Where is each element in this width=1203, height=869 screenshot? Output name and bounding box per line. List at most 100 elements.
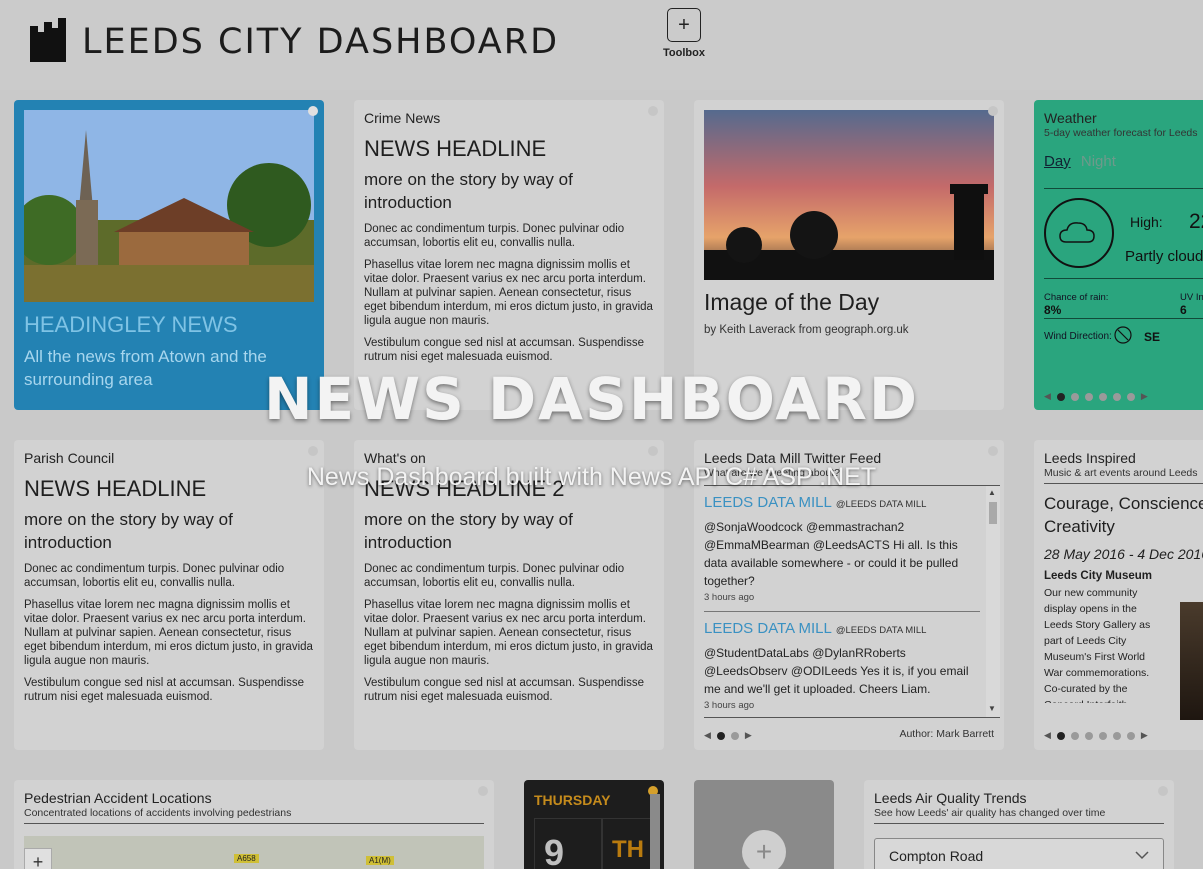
scrollbar-thumb[interactable] — [989, 502, 997, 524]
rain-label: Chance of rain: — [1044, 292, 1109, 303]
divider — [24, 823, 484, 824]
event-title[interactable]: Courage, Conscience and Creativity — [1044, 492, 1203, 538]
image-credit: by Keith Laverack from geograph.org.uk — [704, 324, 909, 336]
news-paragraph: Vestibulum congue sed nisl at accumsan. … — [24, 677, 304, 703]
pager-dot[interactable] — [1084, 731, 1093, 740]
high-value: 22° — [1189, 210, 1203, 233]
event-description: Our new community display opens in the L… — [1044, 587, 1151, 703]
tweet-author[interactable]: LEEDS DATA MILL — [704, 494, 832, 511]
pager-dot[interactable] — [1112, 731, 1121, 740]
pager-dot[interactable] — [1098, 731, 1107, 740]
news-headline: NEWS HEADLINE — [364, 136, 547, 161]
weather-title: Weather — [1044, 110, 1097, 126]
tweet-handle: @LEEDS DATA MILL — [835, 625, 927, 636]
news-paragraph: Vestibulum congue sed nisl at accumsan. … — [364, 677, 644, 703]
toolbox-label: Toolbox — [663, 47, 705, 59]
chevron-left-icon[interactable]: ◀ — [1044, 730, 1051, 741]
pager-dot[interactable] — [1070, 731, 1079, 740]
twitter-pager[interactable]: ◀ ▶ — [704, 730, 752, 741]
scrollbar[interactable]: ▲ ▼ — [986, 486, 1000, 717]
event-image — [1180, 602, 1203, 720]
sunset-photo — [704, 110, 994, 280]
feed-author: Author: Mark Barrett — [899, 728, 994, 740]
scroll-down-icon[interactable]: ▼ — [988, 704, 996, 713]
divider — [1044, 278, 1203, 279]
toolbox-button[interactable]: + Toolbox — [660, 8, 708, 59]
news-paragraph: Donec ac condimentum turpis. Donec pulvi… — [24, 563, 285, 589]
news-paragraph: Phasellus vitae lorem nec magna dignissi… — [24, 599, 313, 667]
headingley-news-card[interactable]: HEADINGLEY NEWS All the news from Atown … — [14, 100, 324, 410]
location-select-value: Compton Road — [889, 848, 984, 864]
plus-icon: + — [667, 8, 701, 42]
weather-card[interactable]: Weather 5-day weather forecast for Leeds… — [1034, 100, 1203, 410]
weekday: THURSDAY — [534, 792, 611, 808]
pedestrian-accidents-card[interactable]: Pedestrian Accident Locations Concentrat… — [14, 780, 494, 869]
chevron-down-icon — [1135, 847, 1149, 863]
wind-label: Wind Direction: — [1044, 331, 1112, 342]
road-label: A658 — [234, 854, 259, 863]
pager-dot[interactable] — [730, 731, 739, 740]
news-paragraph: Donec ac condimentum turpis. Donec pulvi… — [364, 563, 625, 589]
weather-icon-frame — [1044, 198, 1114, 268]
news-intro: more on the story by way of introduction — [364, 170, 573, 212]
overlay-subtitle: News Dashboard built with News API C# AS… — [306, 463, 877, 491]
tweet-text: @StudentDataLabs @DylanRRoberts @LeedsOb… — [704, 646, 969, 696]
tweet-time: 3 hours ago — [704, 592, 980, 612]
news-intro: more on the story by way of introduction — [364, 510, 573, 552]
headingley-title: HEADINGLEY NEWS — [24, 312, 238, 337]
pager-dot[interactable] — [716, 731, 725, 740]
road-label: A1(M) — [366, 856, 394, 865]
tweet-list[interactable]: LEEDS DATA MILL @LEEDS DATA MILL @SonjaWo… — [704, 485, 1000, 718]
rain-value: 8% — [1044, 303, 1062, 317]
pager-dot[interactable] — [1056, 731, 1065, 740]
event-venue: Leeds City Museum — [1044, 570, 1152, 582]
zoom-in-button[interactable]: + — [24, 848, 52, 869]
wind-value: SE — [1144, 330, 1161, 344]
chevron-right-icon[interactable]: ▶ — [745, 730, 752, 741]
card-menu-dot[interactable] — [308, 106, 318, 116]
add-card[interactable]: + — [694, 780, 834, 869]
weather-description: Partly cloudy — [1125, 248, 1203, 265]
tweet-handle: @LEEDS DATA MILL — [835, 499, 927, 510]
uv-label: UV In — [1180, 292, 1203, 303]
news-paragraph: Vestibulum congue sed nisl at accumsan. … — [364, 337, 644, 363]
air-quality-title: Leeds Air Quality Trends — [874, 790, 1027, 806]
tweet: LEEDS DATA MILL @LEEDS DATA MILL @SonjaWo… — [704, 486, 1000, 612]
factory-logo-icon — [30, 18, 66, 62]
pedestrian-subtitle: Concentrated locations of accidents invo… — [24, 807, 292, 819]
add-widget-button[interactable]: + — [742, 830, 786, 869]
day-suffix: TH — [612, 836, 644, 863]
header: LEEDS CITY DASHBOARD + Toolbox — [0, 0, 1203, 90]
accident-map[interactable]: A658 A1(M) — [24, 836, 484, 869]
overlay-title: NEWS DASHBOARD — [263, 365, 920, 433]
image-of-the-day-card[interactable]: Image of the Day by Keith Laverack from … — [694, 100, 1004, 410]
chevron-right-icon[interactable]: ▶ — [1141, 730, 1148, 741]
tab-night[interactable]: Night — [1081, 153, 1116, 170]
news-paragraph: Donec ac condimentum turpis. Donec pulvi… — [364, 223, 625, 249]
day-number: 9 — [544, 832, 565, 869]
tweet: LEEDS DATA MILL @LEEDS DATA MILL @Student… — [704, 612, 1000, 717]
card-category: Crime News — [364, 110, 441, 126]
pager-dot[interactable] — [1126, 731, 1135, 740]
location-select[interactable]: Compton Road — [874, 838, 1164, 869]
tweet-time: 3 hours ago — [704, 700, 980, 717]
divider — [1044, 188, 1203, 189]
high-label: High: — [1130, 214, 1163, 230]
event-date: 28 May 2016 - 4 Dec 2016 — [1044, 546, 1203, 562]
village-photo — [24, 110, 314, 302]
tweet-author[interactable]: LEEDS DATA MILL — [704, 620, 832, 637]
scrollbar[interactable] — [650, 794, 660, 869]
card-menu-dot[interactable] — [988, 106, 998, 116]
inspired-pager[interactable]: ◀ ▶ — [1044, 730, 1148, 741]
date-card[interactable]: THURSDAY 9 TH — [524, 780, 664, 869]
divider — [1044, 318, 1203, 319]
air-quality-card[interactable]: Leeds Air Quality Trends See how Leeds' … — [864, 780, 1174, 869]
air-quality-subtitle: See how Leeds' air quality has changed o… — [874, 807, 1106, 819]
tab-day[interactable]: Day — [1044, 153, 1071, 170]
chevron-left-icon[interactable]: ◀ — [704, 730, 711, 741]
crime-news-card[interactable]: Crime News NEWS HEADLINE more on the sto… — [354, 100, 664, 410]
image-of-the-day-title: Image of the Day — [704, 289, 880, 315]
news-intro: more on the story by way of introduction — [24, 510, 233, 552]
divider — [874, 823, 1164, 824]
site-title: LEEDS CITY DASHBOARD — [82, 22, 560, 62]
